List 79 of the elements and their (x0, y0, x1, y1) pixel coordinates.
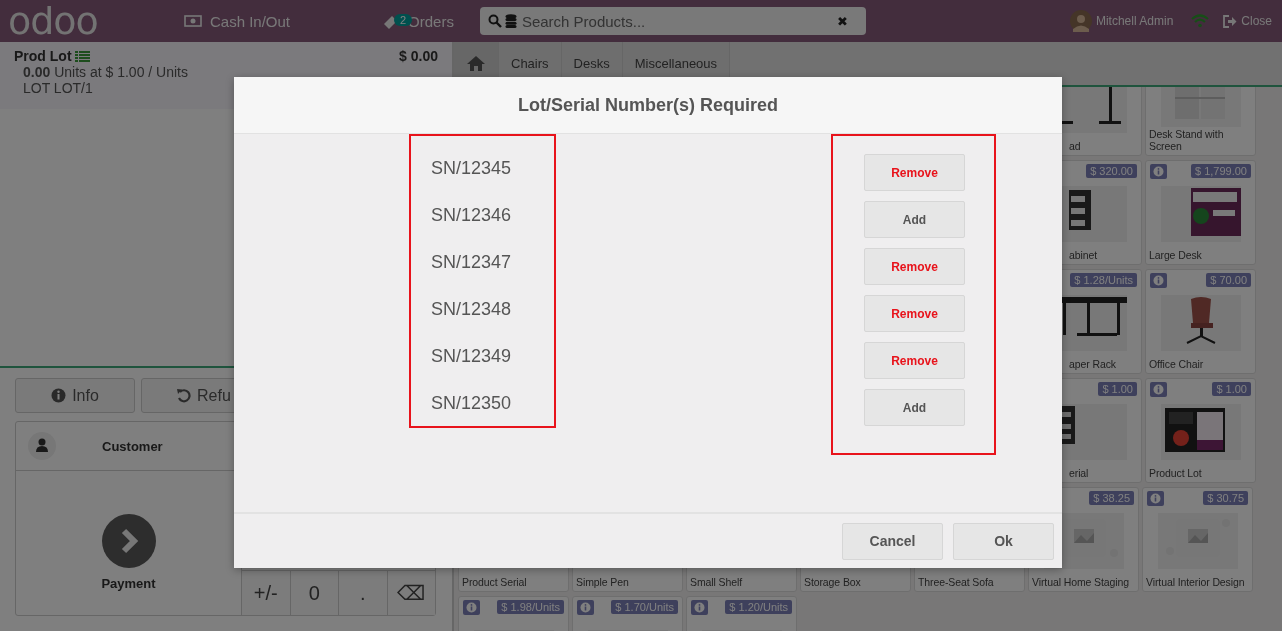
product-name: Office Chair (1148, 358, 1205, 372)
product-card[interactable]: $ 1.70/Units (572, 596, 683, 631)
price-tag: $ 1.28/Units (1070, 273, 1137, 287)
price-tag: $ 1.70/Units (611, 600, 678, 614)
info-icon[interactable] (1150, 382, 1167, 397)
product-card[interactable]: Desk Stand with Screen (1145, 87, 1256, 156)
product-name: Prod Lot (14, 48, 72, 64)
close-button[interactable]: Close (1223, 14, 1272, 28)
price-tag: $ 30.75 (1203, 491, 1248, 505)
serial-number: SN/12348 (431, 298, 513, 321)
banknote-icon (184, 15, 202, 27)
wifi-icon (1191, 14, 1210, 28)
info-icon[interactable] (1150, 164, 1167, 179)
product-card[interactable]: $ 30.75 Virtual Interior Design (1142, 487, 1253, 592)
list-icon (74, 50, 90, 62)
remove-button[interactable]: Remove (864, 295, 965, 332)
serial-number: SN/12350 (431, 392, 513, 415)
product-name: Virtual Home Staging (1031, 576, 1131, 590)
line-quantity: 0.00 Units at $ 1.00 / Units (22, 64, 189, 80)
cash-in-out-button[interactable]: Cash In/Out (178, 12, 297, 30)
user-menu[interactable]: Mitchell Admin (1069, 10, 1174, 32)
lot-number: LOT LOT/1 (22, 80, 94, 96)
product-name: Product Lot (1148, 467, 1203, 481)
serial-number: SN/12345 (431, 157, 513, 180)
clear-search-button[interactable]: ✖ (826, 13, 858, 29)
product-name: Virtual Interior Design (1145, 576, 1246, 590)
remove-button[interactable]: Remove (864, 154, 965, 191)
product-name: Desk Stand with Screen (1148, 128, 1225, 154)
price-tag: $ 38.25 (1089, 491, 1134, 505)
database-icon (504, 14, 517, 28)
dialog-title: Lot/Serial Number(s) Required (517, 94, 778, 116)
line-price: $ 0.00 (399, 48, 438, 64)
info-icon (51, 388, 67, 403)
price-tag: $ 1,799.00 (1191, 164, 1251, 178)
product-card[interactable]: $ 1,799.00 Large Desk (1145, 160, 1256, 265)
search-icon (487, 14, 502, 28)
product-name: Small Shelf (689, 576, 743, 590)
numpad-key[interactable]: 0 (289, 570, 338, 615)
price-tag: $ 1.20/Units (725, 600, 792, 614)
product-name: abinet (1068, 249, 1098, 263)
product-name: Simple Pen (575, 576, 630, 590)
serial-number: SN/12346 (431, 204, 513, 227)
home-icon (466, 55, 486, 72)
person-icon (28, 432, 56, 460)
remove-button[interactable]: Remove (864, 248, 965, 285)
product-name: aper Rack (1068, 358, 1117, 372)
search-field[interactable]: Search Products... ✖ (479, 7, 866, 35)
logo: odoo (8, 0, 99, 42)
avatar-icon (1069, 10, 1092, 32)
info-icon[interactable] (1147, 491, 1164, 506)
product-name: ad (1068, 140, 1082, 154)
product-name: Large Desk (1148, 249, 1203, 263)
info-icon[interactable] (577, 600, 594, 615)
sign-out-icon (1223, 14, 1238, 28)
product-name: Product Serial (461, 576, 528, 590)
chevron-right-icon (101, 514, 156, 568)
ok-button[interactable]: Ok (953, 522, 1054, 560)
product-card[interactable]: $ 1.98/Units (458, 596, 569, 631)
add-button[interactable]: Add (864, 389, 965, 426)
info-icon[interactable] (691, 600, 708, 615)
numpad-key[interactable]: ⌫ (386, 570, 435, 615)
undo-icon (176, 388, 191, 403)
remove-button[interactable]: Remove (864, 342, 965, 379)
info-button[interactable]: Info (15, 378, 135, 413)
price-tag: $ 320.00 (1086, 164, 1137, 178)
serial-number: SN/12349 (431, 345, 513, 368)
product-name: Three-Seat Sofa (917, 576, 995, 590)
cancel-button[interactable]: Cancel (842, 522, 943, 560)
add-button[interactable]: Add (864, 201, 965, 238)
info-icon[interactable] (1150, 273, 1167, 288)
price-tag: $ 70.00 (1206, 273, 1251, 287)
product-name: Storage Box (803, 576, 862, 590)
price-tag: $ 1.98/Units (497, 600, 564, 614)
product-name: erial (1068, 467, 1090, 481)
product-card[interactable]: $ 70.00 Office Chair (1145, 269, 1256, 374)
serial-number: SN/12347 (431, 251, 513, 274)
info-icon[interactable] (463, 600, 480, 615)
numpad-key[interactable]: . (338, 570, 387, 615)
product-card[interactable]: $ 1.20/Units (686, 596, 797, 631)
